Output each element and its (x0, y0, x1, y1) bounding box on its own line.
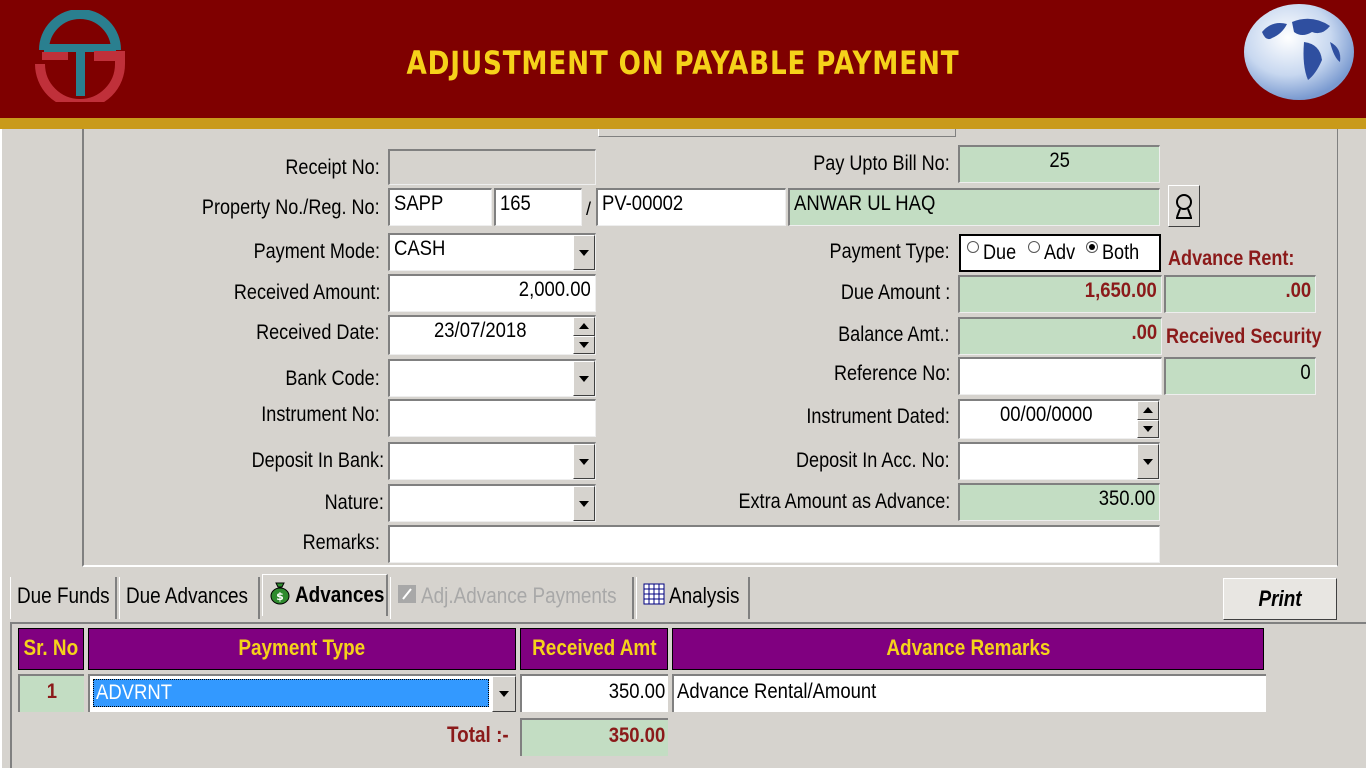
magnifier-icon (1176, 194, 1192, 219)
money-bag-icon: $ (269, 581, 291, 611)
property-separator: / (586, 199, 592, 219)
remarks-label: Remarks: (302, 531, 380, 554)
pay-upto-bill-field[interactable]: 25 (958, 145, 1160, 183)
reference-no-label: Reference No: (833, 362, 950, 385)
date-spinner[interactable] (573, 317, 595, 354)
instrument-dated-field[interactable]: 00/00/0000 (958, 399, 1160, 439)
balance-amt-field: .00 (958, 317, 1162, 355)
col-header-advance-remarks[interactable]: Advance Remarks (672, 628, 1264, 670)
tab-due-funds[interactable]: Due Funds (10, 577, 117, 619)
owner-name-field: ANWAR UL HAQ (788, 188, 1160, 226)
main-area: Receipt No: Pay Upto Bill No: 25 Propert… (0, 129, 1366, 768)
payment-mode-select[interactable]: CASH (388, 233, 596, 271)
cell-payment-type-select[interactable]: ADVRNT (88, 674, 516, 712)
header-stripe (0, 118, 1366, 129)
instrument-dated-label: Instrument Dated: (806, 405, 950, 428)
nature-label: Nature: (324, 491, 384, 514)
chevron-down-icon[interactable] (573, 486, 595, 521)
chevron-down-icon[interactable] (573, 361, 595, 396)
radio-both[interactable]: Both (1085, 241, 1145, 265)
bank-code-select[interactable] (388, 359, 596, 397)
chevron-down-icon[interactable] (573, 235, 595, 270)
receipt-no-label: Receipt No: (285, 156, 380, 179)
instrument-no-field[interactable] (388, 399, 596, 437)
receipt-no-field[interactable] (388, 149, 596, 185)
received-amount-field[interactable]: 2,000.00 (388, 274, 596, 312)
remarks-field[interactable] (388, 525, 1160, 563)
total-value: 350.00 (520, 718, 668, 756)
chevron-down-icon[interactable] (573, 444, 595, 479)
tab-analysis[interactable]: Analysis (636, 577, 750, 619)
bank-code-label: Bank Code: (285, 367, 380, 390)
nature-select[interactable] (388, 484, 596, 522)
edit-icon (397, 583, 417, 611)
received-security-label: Received Security (1166, 325, 1322, 348)
tab-advances[interactable]: $ Advances (262, 574, 388, 616)
received-date-label: Received Date: (256, 321, 380, 344)
print-button[interactable]: Print (1223, 578, 1337, 620)
extra-amount-label: Extra Amount as Advance: (738, 490, 950, 513)
chevron-down-icon[interactable] (1137, 444, 1159, 479)
due-amount-label: Due Amount : (840, 281, 950, 304)
reference-no-field[interactable] (958, 357, 1162, 395)
radio-due[interactable]: Due (967, 241, 1022, 265)
deposit-in-acc-label: Deposit In Acc. No: (796, 449, 950, 472)
svg-text:$: $ (276, 590, 284, 603)
advance-rent-label: Advance Rent: (1168, 247, 1295, 270)
col-header-received-amt[interactable]: Received Amt (520, 628, 668, 670)
reg-no-field[interactable]: PV-00002 (596, 188, 786, 226)
tab-adj-advance-payments[interactable]: Adj.Advance Payments (390, 577, 634, 619)
payment-type-radio-group: Due Adv Both (959, 234, 1161, 272)
received-security-field: 0 (1164, 357, 1316, 395)
cell-advance-remarks[interactable]: Advance Rental/Amount (672, 674, 1266, 712)
deposit-in-bank-select[interactable] (388, 442, 596, 480)
col-header-payment-type[interactable]: Payment Type (88, 628, 516, 670)
payment-type-label: Payment Type: (829, 240, 950, 263)
extra-amount-field: 350.00 (958, 483, 1160, 521)
property-no-label: Property No./Reg. No: (202, 196, 380, 219)
radio-adv[interactable]: Adv (1027, 241, 1080, 265)
col-header-sr-no[interactable]: Sr. No (18, 628, 84, 670)
cell-sr-no: 1 (18, 674, 84, 712)
grid-icon (643, 583, 665, 611)
advances-grid: Sr. No Payment Type Received Amt Advance… (10, 622, 1366, 768)
cell-received-amt[interactable]: 350.00 (520, 674, 668, 712)
company-logo-icon (35, 10, 125, 102)
globe-icon (1244, 4, 1354, 100)
instrument-date-spinner[interactable] (1137, 401, 1159, 438)
advance-rent-field: .00 (1164, 275, 1316, 313)
panel-divider (598, 129, 956, 137)
chevron-down-icon[interactable] (492, 676, 516, 712)
payment-mode-label: Payment Mode: (253, 240, 380, 263)
instrument-no-label: Instrument No: (261, 403, 380, 426)
tab-bar: Due Funds Due Advances $ Advances Adj.Ad… (0, 574, 1366, 622)
property-number-field[interactable]: 165 (494, 188, 582, 226)
deposit-in-bank-label: Deposit In Bank: (251, 449, 384, 472)
due-amount-field: 1,650.00 (958, 275, 1162, 313)
window-edge (0, 129, 2, 768)
page-title: ADJUSTMENT ON PAYABLE PAYMENT (406, 44, 960, 82)
received-amount-label: Received Amount: (233, 281, 380, 304)
deposit-in-acc-select[interactable] (958, 442, 1160, 480)
header-banner: ADJUSTMENT ON PAYABLE PAYMENT (0, 0, 1366, 118)
tab-due-advances[interactable]: Due Advances (119, 577, 260, 619)
pay-upto-bill-label: Pay Upto Bill No: (813, 152, 950, 175)
balance-amt-label: Balance Amt.: (838, 323, 950, 346)
property-code-field[interactable]: SAPP (388, 188, 492, 226)
received-date-field[interactable]: 23/07/2018 (388, 315, 596, 355)
search-button[interactable] (1168, 185, 1200, 227)
total-label: Total :- (447, 722, 509, 747)
